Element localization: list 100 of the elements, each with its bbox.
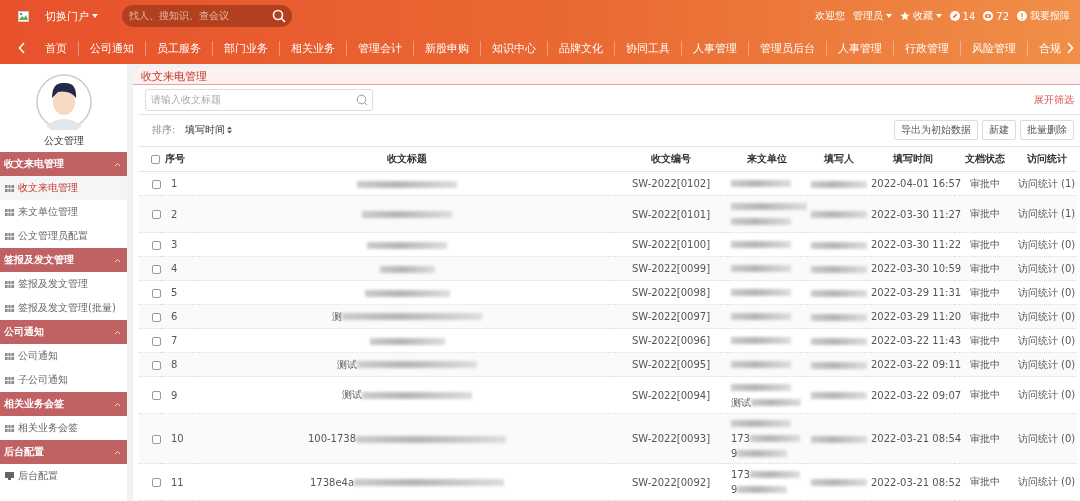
column-header: 填写时间 (892, 152, 933, 164)
row-checkbox[interactable] (152, 312, 161, 322)
caret-icon (92, 14, 98, 18)
column-header: 收文标题 (387, 152, 427, 164)
chevron-right-icon[interactable] (1066, 42, 1074, 54)
user-menu[interactable]: 管理员 (852, 9, 892, 23)
search-icon[interactable] (272, 9, 286, 23)
group-title: 签报及发文管理 (4, 253, 74, 267)
nav-item[interactable]: 知识中心 (480, 40, 547, 56)
nav-item[interactable]: 人事管理 (681, 40, 748, 56)
filter-toggle-link[interactable]: 展开筛选 (1034, 92, 1074, 107)
visit-stats-link[interactable]: 访问统计 (0) (1017, 358, 1076, 370)
report-link[interactable]: 我要报障 (1017, 9, 1070, 23)
column-header: 访问统计 (1026, 152, 1067, 164)
sidebar-group-header[interactable]: 相关业务会签 (0, 392, 127, 416)
table-cell: SW-2022[0102] (631, 178, 711, 189)
select-all-checkbox[interactable] (151, 154, 160, 164)
visit-stats-link[interactable]: 访问统计 (0) (1017, 310, 1076, 322)
nav-item[interactable]: 相关业务 (279, 40, 346, 56)
column-header: 填写人 (824, 152, 854, 164)
row-checkbox[interactable] (152, 210, 161, 219)
favorites-menu[interactable]: 收藏 (899, 9, 942, 23)
row-checkbox[interactable] (152, 179, 161, 189)
row-checkbox[interactable] (152, 391, 161, 400)
visit-stats-link[interactable]: 访问统计 (1) (1017, 208, 1076, 219)
broken-image-icon (18, 10, 29, 22)
sort-field[interactable]: 填写时间 (185, 123, 233, 138)
grid-icon (5, 208, 14, 216)
visit-stats-link[interactable]: 访问统计 (0) (1017, 238, 1076, 250)
nav-item[interactable]: 管理员后台 (748, 40, 826, 56)
table-cell: 测 (332, 310, 342, 322)
row-checkbox[interactable] (152, 240, 161, 250)
nav-item[interactable]: 人事管理 (826, 40, 893, 56)
sidebar-group-header[interactable]: 收文来电管理 (0, 152, 127, 176)
blurred-text (737, 486, 788, 493)
edit-count[interactable]: 14 (949, 10, 976, 22)
search-icon[interactable] (356, 93, 368, 106)
group-title: 后台配置 (4, 445, 44, 459)
visit-stats-link[interactable]: 访问统计 (0) (1017, 476, 1076, 487)
table-cell: SW-2022[0100] (631, 239, 711, 250)
nav-item[interactable]: 部门业务 (212, 40, 279, 56)
search-field[interactable]: 请输入收文标题 (145, 88, 373, 111)
blurred-text (751, 399, 801, 406)
nav-item[interactable]: 协同工具 (614, 40, 681, 56)
nav-item[interactable]: 合规 (1027, 40, 1072, 56)
blurred-text (811, 211, 867, 218)
blurred-text (811, 435, 867, 443)
status-text: 审批中 (970, 334, 1000, 346)
sidebar-group-header[interactable]: 签报及发文管理 (0, 248, 127, 272)
visit-stats-link[interactable]: 访问统计 (1) (1017, 177, 1076, 189)
table-cell: 2022-03-29 11:31 (871, 287, 962, 298)
row-checkbox[interactable] (152, 288, 161, 298)
nav-item[interactable]: 公司通知 (78, 40, 145, 56)
sidebar-item[interactable]: 收文来电管理 (0, 176, 127, 200)
row-checkbox[interactable] (152, 478, 161, 487)
toolbar-button[interactable]: 新建 (982, 120, 1016, 141)
nav-item[interactable]: 管理会计 (346, 40, 413, 56)
nav-item[interactable]: 行政管理 (893, 40, 960, 56)
alert-icon (1017, 11, 1027, 21)
nav-item[interactable]: 首页 (34, 40, 78, 56)
toolbar-button[interactable]: 导出为初始数据 (894, 120, 978, 141)
grid-icon (5, 184, 14, 192)
visit-stats-link[interactable]: 访问统计 (0) (1017, 286, 1076, 298)
status-text: 审批中 (970, 358, 1000, 370)
table-cell: 3 (171, 239, 178, 250)
sidebar-group-header[interactable]: 后台配置 (0, 440, 127, 464)
table-cell: 2022-03-22 09:11 (871, 359, 962, 370)
blurred-text (811, 289, 867, 297)
row-checkbox[interactable] (152, 360, 161, 370)
nav-item[interactable]: 品牌文化 (547, 40, 614, 56)
table-cell: SW-2022[0096] (631, 335, 711, 346)
table-cell: 2 (171, 208, 178, 220)
column-header: 文档状态 (965, 152, 1005, 164)
chevron-left-icon[interactable] (18, 42, 26, 54)
blurred-text (731, 289, 791, 296)
row-checkbox[interactable] (152, 434, 161, 444)
nav-item[interactable]: 风险管理 (960, 40, 1027, 56)
visit-stats-link[interactable]: 访问统计 (0) (1017, 262, 1076, 274)
page-title: 收文来电管理 (141, 68, 207, 84)
toolbar-button[interactable]: 批量删除 (1020, 120, 1074, 141)
status-text: 审批中 (970, 177, 1000, 189)
view-count[interactable]: 72 (983, 10, 1009, 22)
table-cell: SW-2022[0093] (631, 433, 711, 444)
portal-switch[interactable]: 切换门户 (45, 8, 98, 24)
visit-stats-link[interactable]: 访问统计 (0) (1017, 334, 1076, 346)
status-text: 审批中 (970, 310, 1000, 322)
nav-item[interactable]: 员工服务 (145, 40, 212, 56)
visit-stats-link[interactable]: 访问统计 (0) (1017, 432, 1076, 444)
row-checkbox[interactable] (152, 264, 161, 274)
profile-name: 公文管理 (43, 134, 84, 148)
visit-stats-link[interactable]: 访问统计 (0) (1017, 389, 1076, 400)
row-checkbox[interactable] (152, 336, 161, 346)
table-cell: 2022-03-22 11:43 (871, 335, 962, 346)
chevron-up-icon (114, 401, 121, 407)
column-header: 序号 (165, 152, 185, 164)
blurred-text (750, 435, 801, 442)
sidebar-group-header[interactable]: 公司通知 (0, 320, 127, 344)
nav-item[interactable]: 新股申购 (413, 40, 480, 56)
search-field[interactable]: 找人、搜知识、查会议 (122, 5, 292, 27)
blurred-text (811, 180, 867, 188)
